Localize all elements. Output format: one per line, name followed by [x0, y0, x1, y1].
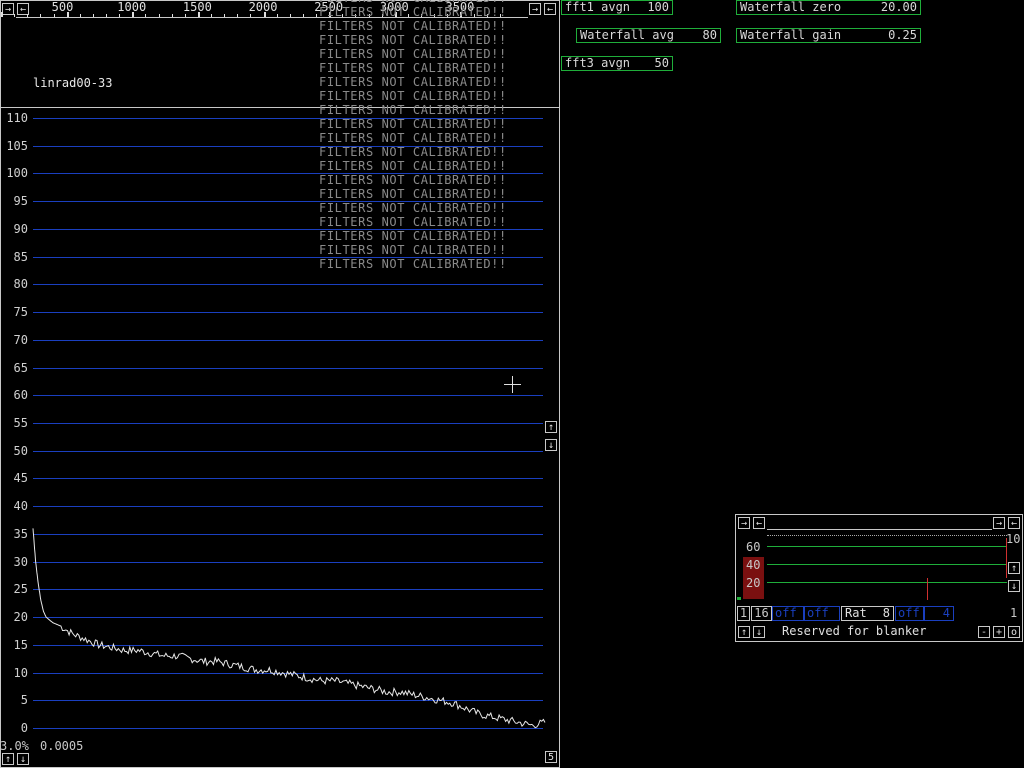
fft3-avgn-value: 50	[654, 56, 669, 70]
blanker-minus-button[interactable]: -	[978, 626, 990, 638]
spectrum-trace	[32, 528, 546, 729]
blanker-row1-right: 1	[1010, 606, 1018, 620]
blanker-row-down-button[interactable]: ↓	[753, 626, 765, 638]
blanker-right-button-2[interactable]: →	[993, 517, 1005, 529]
blanker-top-right-value: 10	[1006, 532, 1021, 546]
bottom-down-button[interactable]: ↓	[17, 753, 29, 765]
gain-up-button[interactable]: ↑	[545, 421, 557, 433]
fft1-avgn-value: 100	[647, 0, 669, 14]
blanker-rat-label-box[interactable]: Rat 8	[841, 606, 894, 621]
blanker-line-20	[767, 582, 1007, 583]
blanker-top-bar	[767, 517, 992, 530]
waterfall-gain-label: Waterfall gain	[740, 28, 842, 42]
blanker-rat-label: Rat	[845, 606, 867, 620]
waterfall-gain-value: 0.25	[888, 28, 917, 42]
zoom-button[interactable]: 5	[545, 751, 557, 763]
status-percent: 3.0%	[0, 739, 29, 753]
blanker-off-3[interactable]: off	[895, 606, 924, 621]
waterfall-avg-label: Waterfall avg	[580, 28, 674, 42]
spectrum-trace-plot	[32, 528, 546, 729]
blanker-left-button-2[interactable]: ←	[1008, 517, 1020, 529]
blanker-field-16[interactable]: 16	[751, 606, 772, 621]
waterfall-gain-box[interactable]: Waterfall gain 0.25	[736, 28, 921, 43]
fft3-avgn-box[interactable]: fft3 avgn 50	[561, 56, 673, 71]
blanker-scale-60: 60	[746, 540, 761, 554]
waterfall-zero-value: 20.00	[880, 0, 917, 14]
blanker-right-button[interactable]: →	[738, 517, 750, 529]
blanker-reserved-text: Reserved for blanker	[782, 624, 927, 638]
waterfall-avg-value: 80	[702, 28, 717, 42]
status-value: 0.0005	[40, 739, 84, 753]
gain-down-button[interactable]: ↓	[545, 439, 557, 451]
fft3-avgn-label: fft3 avgn	[565, 56, 631, 70]
blanker-field-1[interactable]: 1	[737, 606, 750, 621]
blanker-off-1[interactable]: off	[772, 606, 804, 621]
blanker-marker-red	[927, 578, 928, 600]
blanker-line-60	[767, 546, 1007, 547]
waterfall-zero-box[interactable]: Waterfall zero 20.00	[736, 0, 921, 15]
blanker-marker-red-right	[1006, 538, 1007, 578]
blanker-o-button[interactable]: o	[1008, 626, 1020, 638]
fft1-avgn-box[interactable]: fft1 avgn 100	[561, 0, 673, 15]
blanker-plus-button[interactable]: +	[993, 626, 1005, 638]
fft1-avgn-label: fft1 avgn	[565, 0, 631, 14]
blanker-left-button[interactable]: ←	[753, 517, 765, 529]
blanker-off-2[interactable]: off	[804, 606, 840, 621]
blanker-down-button[interactable]: ↓	[1008, 580, 1020, 592]
blanker-row-up-button[interactable]: ↑	[738, 626, 750, 638]
blanker-scale-40: 40	[746, 558, 761, 572]
bottom-up-button[interactable]: ↑	[2, 753, 14, 765]
blanker-field-4[interactable]: 4	[924, 606, 954, 621]
blanker-rat-value: 8	[882, 606, 890, 620]
blanker-line-40	[767, 564, 1007, 565]
crosshair-cursor-v	[512, 376, 513, 393]
blanker-up-button[interactable]: ↑	[1008, 562, 1020, 574]
blanker-window	[735, 514, 1023, 642]
waterfall-zero-label: Waterfall zero	[740, 0, 842, 14]
blanker-green-dot	[737, 597, 741, 600]
blanker-dotted-line	[767, 535, 1007, 537]
blanker-scale-20: 20	[746, 576, 761, 590]
waterfall-avg-box[interactable]: Waterfall avg 80	[576, 28, 721, 43]
